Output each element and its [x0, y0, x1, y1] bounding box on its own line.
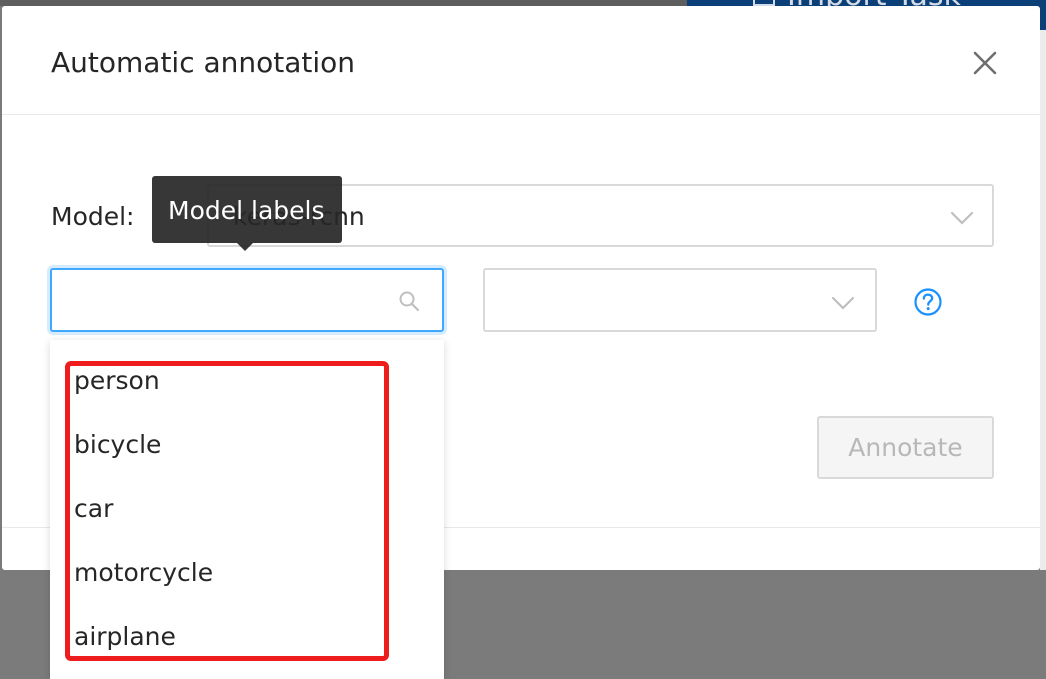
- dropdown-option-airplane[interactable]: airplane: [50, 606, 444, 670]
- model-labels-tooltip: Model labels: [152, 176, 342, 243]
- task-label-select[interactable]: [483, 268, 877, 332]
- dropdown-option-label: person: [74, 366, 160, 395]
- dropdown-option-bicycle[interactable]: bicycle: [50, 414, 444, 478]
- question-circle-icon: [914, 288, 942, 316]
- dropdown-option-car[interactable]: car: [50, 478, 444, 542]
- dialog-title: Automatic annotation: [51, 46, 356, 79]
- label-search-input[interactable]: [64, 278, 388, 324]
- search-icon: [399, 291, 420, 312]
- dialog-header: Automatic annotation: [2, 6, 1040, 115]
- dropdown-option-label: bicycle: [74, 430, 162, 459]
- close-icon: [973, 51, 997, 75]
- dropdown-option-person[interactable]: person: [50, 350, 444, 414]
- chevron-down-icon: [831, 296, 855, 310]
- model-labels-dropdown: person bicycle car motorcycle airplane: [50, 340, 444, 679]
- model-label-search[interactable]: [50, 268, 444, 332]
- dropdown-option-label: car: [74, 494, 114, 523]
- tooltip-text: Model labels: [168, 196, 325, 225]
- dropdown-option-label: airplane: [74, 622, 176, 651]
- background-panel: [1040, 30, 1046, 570]
- dropdown-option-motorcycle[interactable]: motorcycle: [50, 542, 444, 606]
- dropdown-option-label: motorcycle: [74, 558, 214, 587]
- model-label: Model:: [51, 202, 135, 231]
- chevron-down-icon: [950, 211, 974, 225]
- annotate-button[interactable]: Annotate: [817, 416, 994, 479]
- tooltip-arrow: [237, 243, 253, 251]
- help-button[interactable]: [913, 287, 943, 317]
- close-button[interactable]: [968, 46, 1002, 80]
